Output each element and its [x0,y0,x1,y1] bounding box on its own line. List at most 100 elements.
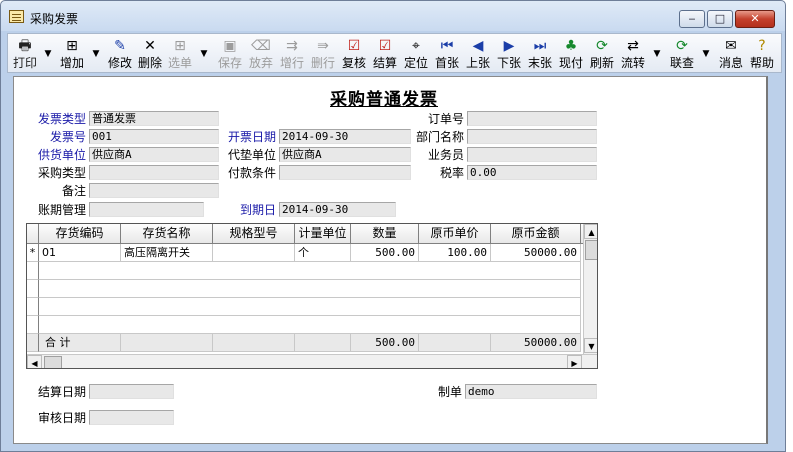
delete-button[interactable]: ✕ 删除 [135,36,165,72]
cell-spec[interactable] [213,244,295,262]
account-mgmt-label: 账期管理 [37,203,86,217]
locate-icon: ⌖ [412,38,420,54]
select-dropdown[interactable]: ▼ [198,36,210,72]
prev-icon: ◀ [472,38,484,54]
total-cell [419,334,491,352]
vertical-scrollbar[interactable]: ▲ ▼ [583,224,597,354]
last-record-button[interactable]: ⏭ 末张 [525,36,555,72]
audit-date-field[interactable] [89,410,174,425]
scroll-up-icon[interactable]: ▲ [584,224,597,239]
column-header[interactable]: 数量 [351,224,419,244]
salesperson-label: 业务员 [427,148,464,162]
remark-field[interactable] [89,183,219,198]
flow-dropdown[interactable]: ▼ [651,36,663,72]
scroll-left-icon[interactable]: ◀ [27,355,42,368]
issue-date-field[interactable]: 2014-09-30 [279,129,411,144]
delete-row-button[interactable]: ⇛ 删行 [308,36,338,72]
chevron-down-icon: ▼ [653,49,661,59]
invoice-form: 采购普通发票 发票类型 普通发票 发票号 001 供货单位 供应商A 采购类型 … [13,76,768,444]
due-date-field[interactable]: 2014-09-30 [279,202,396,217]
add-row-button[interactable]: ⇉ 增行 [277,36,307,72]
supplier-field[interactable]: 供应商A [89,147,219,162]
help-button[interactable]: ? 帮助 [747,36,777,72]
cell-unit[interactable]: 个 [295,244,351,262]
horizontal-scrollbar[interactable]: ◀ ▶ [27,354,597,368]
settle-button[interactable]: ☑ 结算 [370,36,400,72]
save-button[interactable]: ▣ 保存 [215,36,245,72]
scroll-down-icon[interactable]: ▼ [584,338,597,353]
cell-price[interactable]: 100.00 [419,244,491,262]
chevron-down-icon: ▼ [44,49,52,59]
column-header[interactable]: 计量单位 [295,224,351,244]
review-button[interactable]: ☑ 复核 [339,36,369,72]
settle-date-field[interactable] [89,384,174,399]
total-cell [213,334,295,352]
row-marker [27,316,39,334]
invoice-no-field[interactable]: 001 [89,129,219,144]
flow-button[interactable]: ⇄ 流转 [618,36,648,72]
flow-icon: ⇄ [627,38,639,54]
chevron-down-icon: ▼ [702,49,710,59]
select-button[interactable]: ⊞ 选单 [165,36,195,72]
maximize-button[interactable]: □ [707,10,733,28]
link-query-button[interactable]: ⟳ 联查 [667,36,697,72]
empty-row[interactable] [39,316,581,334]
first-icon: ⏮ [440,38,454,54]
scroll-right-icon[interactable]: ▶ [567,355,582,368]
locate-button[interactable]: ⌖ 定位 [401,36,431,72]
column-header[interactable]: 规格型号 [213,224,295,244]
message-button[interactable]: ✉ 消息 [716,36,746,72]
floppy-icon: ▣ [223,38,237,54]
scroll-thumb[interactable] [44,356,62,368]
scroll-thumb[interactable] [585,240,597,260]
refresh-button[interactable]: ⟳ 刷新 [587,36,617,72]
order-no-field[interactable] [467,111,597,126]
tax-rate-field[interactable]: 0.00 [467,165,597,180]
prev-record-button[interactable]: ◀ 上张 [463,36,493,72]
column-header[interactable]: 存货名称 [121,224,213,244]
link-dropdown[interactable]: ▼ [700,36,712,72]
salesperson-field[interactable] [467,147,597,162]
cash-pay-button[interactable]: ♣ 现付 [556,36,586,72]
invoice-type-field[interactable]: 普通发票 [89,111,219,126]
next-record-button[interactable]: ▶ 下张 [494,36,524,72]
payment-terms-field[interactable] [279,165,411,180]
link-icon: ⟳ [676,38,688,54]
cell-qty[interactable]: 500.00 [351,244,419,262]
print-button[interactable]: 🖶 打印 [10,36,40,72]
department-label: 部门名称 [415,130,464,144]
chevron-down-icon: ▼ [200,49,208,59]
refresh-icon: ⟳ [596,38,608,54]
add-dropdown[interactable]: ▼ [90,36,102,72]
empty-row[interactable] [39,280,581,298]
column-header[interactable]: 原币单价 [419,224,491,244]
total-cell [295,334,351,352]
cell-code[interactable]: 01 [39,244,121,262]
message-icon: ✉ [725,38,737,54]
account-mgmt-field[interactable] [89,202,204,217]
purchase-invoice-window: 采购发票 ‒ □ ✕ 🖶 打印 ▼ ⊞ 增加 ▼ ✎ 修改 ✕ 删除 ⊞ 选单 ▼ ▣ 保存… [0,0,786,452]
edit-button[interactable]: ✎ 修改 [105,36,135,72]
review-icon: ☑ [347,38,361,54]
chevron-down-icon: ▼ [92,49,100,59]
add-button[interactable]: ⊞ 增加 [57,36,87,72]
print-dropdown[interactable]: ▼ [42,36,54,72]
minimize-button[interactable]: ‒ [679,10,705,28]
column-header[interactable]: 存货编码 [39,224,121,244]
column-header[interactable]: 原币金额 [491,224,581,244]
empty-row[interactable] [39,298,581,316]
form-title: 采购普通发票 [330,90,438,110]
cell-name[interactable]: 高压隔离开关 [121,244,213,262]
cell-amount[interactable]: 50000.00 [491,244,581,262]
delete-icon: ✕ [144,38,156,54]
close-button[interactable]: ✕ [735,10,775,28]
agent-unit-field[interactable]: 供应商A [279,147,411,162]
empty-row[interactable] [39,262,581,280]
purchase-type-field[interactable] [89,165,219,180]
row-marker [27,298,39,316]
department-field[interactable] [467,129,597,144]
discard-button[interactable]: ⌫ 放弃 [246,36,276,72]
remark-label: 备注 [61,184,86,198]
first-record-button[interactable]: ⏮ 首张 [432,36,462,72]
maker-field[interactable]: demo [465,384,597,399]
